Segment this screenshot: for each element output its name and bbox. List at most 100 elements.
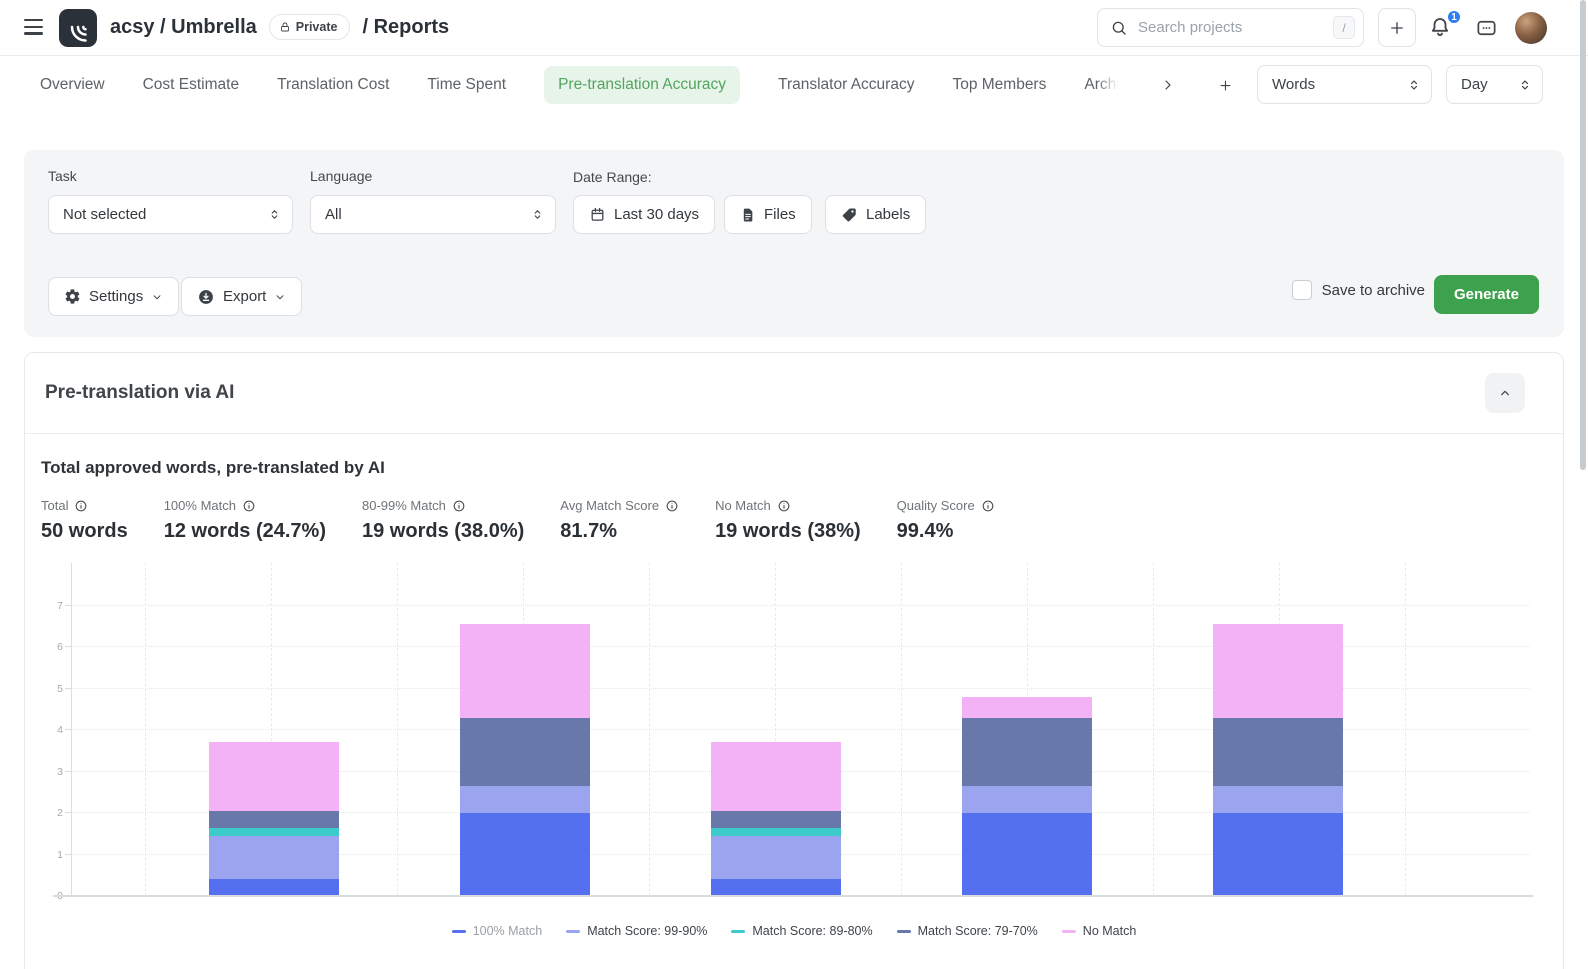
y-axis-tick-label: 2	[41, 807, 63, 819]
notifications-button[interactable]: 1	[1428, 15, 1454, 41]
tab-archive-truncated[interactable]: Archi	[1084, 76, 1119, 94]
stat-label: 100% Match	[164, 498, 236, 513]
tab-translation-cost[interactable]: Translation Cost	[277, 76, 389, 94]
bar-segment	[209, 879, 339, 896]
stat-label: Total	[41, 498, 68, 513]
stat-value: 81.7%	[560, 520, 679, 543]
stacked-bar-chart: 01234567	[41, 559, 1547, 907]
crowdin-logo[interactable]	[59, 9, 97, 47]
chevron-up-icon	[1497, 385, 1513, 401]
report-card-header: Pre-translation via AI	[25, 353, 1563, 434]
legend-swatch	[566, 930, 580, 933]
tab-translator-accuracy[interactable]: Translator Accuracy	[778, 76, 914, 94]
updown-icon	[267, 207, 282, 222]
files-filter-button[interactable]: Files	[724, 195, 812, 234]
breadcrumb-section: / Reports	[362, 16, 449, 39]
export-button[interactable]: Export	[181, 277, 302, 316]
report-card-body: Total approved words, pre-translated by …	[25, 434, 1563, 941]
bar-segment	[711, 879, 841, 896]
tab-overview[interactable]: Overview	[40, 76, 105, 94]
period-select[interactable]: Day	[1446, 65, 1543, 104]
add-report-tab-button[interactable]	[1216, 75, 1236, 95]
save-to-archive: Save to archive	[1292, 280, 1425, 300]
date-range-label: Date Range:	[573, 169, 652, 185]
legend-item[interactable]: Match Score: 89-80%	[731, 924, 872, 938]
legend-swatch	[897, 930, 911, 933]
date-range-button[interactable]: Last 30 days	[573, 195, 715, 234]
search-input[interactable]	[1136, 18, 1325, 37]
top-bar: acsy / Umbrella Private / Reports /	[0, 0, 1588, 56]
search-shortcut-key: /	[1333, 16, 1355, 39]
settings-button[interactable]: Settings	[48, 277, 179, 316]
legend-label: Match Score: 89-80%	[752, 924, 872, 938]
reports-page: acsy / Umbrella Private / Reports /	[0, 0, 1588, 969]
info-icon[interactable]	[665, 499, 679, 513]
y-axis-tick-label: 4	[41, 724, 63, 736]
chevron-right-icon	[1160, 77, 1176, 93]
stat-label: 80-99% Match	[362, 498, 446, 513]
search-icon	[1110, 19, 1128, 37]
bar-segment	[711, 836, 841, 880]
tab-pre-translation-accuracy[interactable]: Pre-translation Accuracy	[544, 66, 740, 104]
menu-icon[interactable]	[24, 19, 43, 35]
gridline-horizontal	[71, 605, 1530, 606]
tab-cost-estimate[interactable]: Cost Estimate	[143, 76, 239, 94]
info-icon[interactable]	[74, 499, 88, 513]
plus-icon	[1218, 78, 1233, 93]
bar-segment	[962, 718, 1092, 786]
bar-segment	[460, 786, 590, 813]
bar-segment	[209, 742, 339, 810]
legend-label: Match Score: 79-70%	[918, 924, 1038, 938]
notification-count-badge: 1	[1446, 9, 1462, 25]
bar-segment	[711, 811, 841, 828]
generate-button[interactable]: Generate	[1434, 275, 1539, 314]
export-icon	[197, 288, 215, 306]
unit-select[interactable]: Words	[1257, 65, 1432, 104]
legend-item[interactable]: Match Score: 79-70%	[897, 924, 1038, 938]
bar-segment	[711, 828, 841, 836]
language-select-value: All	[325, 206, 342, 223]
collapse-section-button[interactable]	[1485, 373, 1525, 413]
legend-label: No Match	[1083, 924, 1137, 938]
task-select[interactable]: Not selected	[48, 195, 293, 234]
tab-top-members[interactable]: Top Members	[952, 76, 1046, 94]
legend-swatch	[731, 930, 745, 933]
legend-item[interactable]: Match Score: 99-90%	[566, 924, 707, 938]
breadcrumb-project[interactable]: acsy / Umbrella	[110, 16, 257, 39]
save-to-archive-checkbox[interactable]	[1292, 280, 1312, 300]
messages-button[interactable]	[1475, 17, 1499, 41]
labels-button-label: Labels	[866, 206, 910, 223]
page-scrollbar[interactable]	[1580, 0, 1586, 470]
gridline-vertical	[397, 563, 398, 896]
stat-value: 12 words (24.7%)	[164, 520, 326, 543]
avatar[interactable]	[1515, 12, 1547, 44]
bar-segment	[1213, 813, 1343, 896]
info-icon[interactable]	[452, 499, 466, 513]
privacy-badge: Private	[269, 14, 351, 40]
tabs-scroll-right-button[interactable]	[1158, 75, 1178, 95]
info-icon[interactable]	[981, 499, 995, 513]
info-icon[interactable]	[777, 499, 791, 513]
stat-label: Avg Match Score	[560, 498, 659, 513]
y-axis-line	[71, 563, 72, 896]
gridline-vertical	[1153, 563, 1154, 896]
legend-item[interactable]: No Match	[1062, 924, 1137, 938]
bar-segment	[209, 828, 339, 836]
gridline-vertical	[1405, 563, 1406, 896]
language-select[interactable]: All	[310, 195, 556, 234]
report-title: Pre-translation via AI	[45, 382, 234, 404]
labels-filter-button[interactable]: Labels	[825, 195, 926, 234]
settings-button-label: Settings	[89, 288, 143, 305]
tab-time-spent[interactable]: Time Spent	[427, 76, 506, 94]
x-axis-line	[53, 895, 1533, 897]
task-label: Task	[48, 168, 77, 184]
create-project-button[interactable]	[1378, 8, 1416, 47]
legend-item[interactable]: 100% Match	[452, 924, 542, 938]
stat-value: 50 words	[41, 520, 128, 543]
save-to-archive-label: Save to archive	[1322, 282, 1425, 299]
info-icon[interactable]	[242, 499, 256, 513]
bar-segment	[1213, 786, 1343, 813]
gridline-vertical	[649, 563, 650, 896]
chat-icon	[1475, 17, 1498, 40]
files-button-label: Files	[764, 206, 796, 223]
